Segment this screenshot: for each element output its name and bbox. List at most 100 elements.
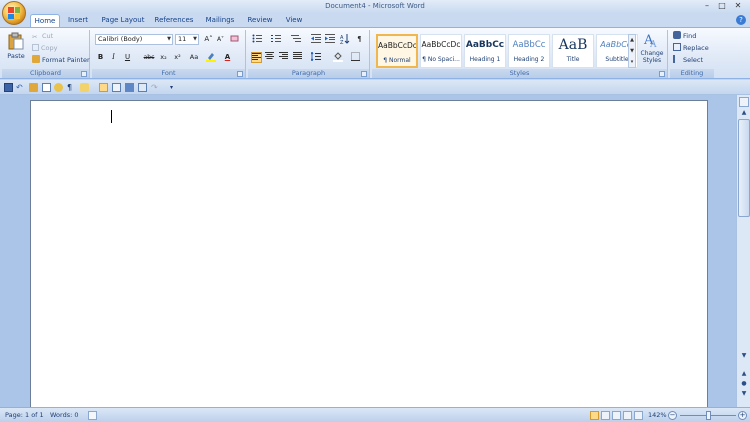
zoom-in-button[interactable]: + [738, 411, 747, 420]
copy-button[interactable]: Copy [32, 43, 58, 54]
tab-references[interactable]: References [152, 14, 196, 27]
select-button[interactable]: Select [673, 55, 703, 66]
outline-view-icon[interactable] [623, 411, 632, 420]
browse-object-icon[interactable]: ● [739, 379, 749, 388]
print-layout-view-icon[interactable] [590, 411, 599, 420]
web-layout-view-icon[interactable] [612, 411, 621, 420]
page-setup-icon[interactable] [42, 83, 51, 92]
table-icon[interactable] [138, 83, 147, 92]
draft-view-icon[interactable] [634, 411, 643, 420]
clipboard-dialog-launcher[interactable] [81, 71, 87, 77]
close-button[interactable]: ✕ [731, 1, 745, 11]
save-icon[interactable] [4, 83, 13, 92]
full-screen-view-icon[interactable] [601, 411, 610, 420]
show-marks-button[interactable]: ¶ [354, 34, 365, 45]
tab-page-layout[interactable]: Page Layout [98, 14, 148, 27]
paragraph-dialog-launcher[interactable] [361, 71, 367, 77]
editing-group-label: Editing [670, 69, 714, 78]
redo-icon[interactable]: ↷ [151, 83, 160, 92]
format-painter-button[interactable]: Format Painter [32, 55, 90, 66]
multilevel-list-button[interactable] [290, 34, 301, 45]
page-count[interactable]: Page: 1 of 1 [5, 411, 44, 420]
paragraph-group-label: Paragraph [248, 69, 369, 78]
find-button[interactable]: Find [673, 31, 696, 42]
style-no-spacing[interactable]: AaBbCcDc ¶ No Spaci... [420, 34, 462, 68]
underline-button[interactable]: U [122, 52, 133, 63]
align-left-button[interactable] [251, 52, 262, 63]
spelling-icon[interactable] [54, 83, 63, 92]
image-icon[interactable] [125, 83, 134, 92]
zoom-slider-thumb[interactable] [706, 411, 711, 420]
font-size-box[interactable]: 11 ▼ [175, 34, 199, 45]
style-heading-1[interactable]: AaBbCc Heading 1 [464, 34, 506, 68]
tab-insert[interactable]: Insert [63, 14, 93, 27]
justify-button[interactable] [292, 52, 303, 63]
bullet-list-icon [252, 34, 262, 43]
document-page[interactable] [30, 100, 708, 412]
italic-button[interactable]: I [108, 52, 119, 63]
justify-icon [293, 52, 302, 59]
shading-button[interactable] [332, 52, 343, 63]
pilcrow-icon[interactable]: ¶ [67, 83, 76, 92]
font-name-box[interactable]: Calibri (Body) ▼ [95, 34, 173, 45]
scroll-thumb[interactable] [738, 119, 750, 217]
vertical-scrollbar[interactable]: ▲ ▼ ▲ ● ▼ [736, 95, 750, 407]
tab-review[interactable]: Review [243, 14, 277, 27]
more-icon: ▾ [630, 59, 634, 65]
replace-button[interactable]: Replace [673, 43, 709, 54]
view-ruler-icon[interactable] [739, 97, 749, 107]
align-right-button[interactable] [278, 52, 289, 63]
font-dialog-launcher[interactable] [237, 71, 243, 77]
clear-formatting-button[interactable] [229, 34, 240, 45]
change-case-button[interactable]: Aa [187, 52, 201, 63]
decrease-indent-button[interactable] [310, 34, 321, 45]
word-count[interactable]: Words: 0 [50, 411, 79, 420]
sort-button[interactable]: AZ [339, 34, 350, 46]
styles-dialog-launcher[interactable] [659, 71, 665, 77]
line-spacing-button[interactable] [310, 50, 321, 63]
proofing-icon[interactable] [88, 411, 97, 420]
style-normal[interactable]: AaBbCcDc ¶ Normal [376, 34, 418, 68]
insert-field-icon[interactable] [112, 83, 121, 92]
chevron-up-icon: ▲ [630, 37, 634, 43]
align-center-button[interactable] [264, 52, 275, 63]
office-button[interactable] [2, 1, 26, 25]
format-icon[interactable] [29, 83, 38, 92]
style-sample: AaBbCcDc [421, 40, 461, 49]
grow-font-button[interactable]: A˄ [203, 34, 214, 45]
highlight-color-button[interactable] [205, 52, 216, 63]
next-page-icon[interactable]: ▼ [739, 389, 749, 398]
font-color-button[interactable]: A [222, 52, 233, 63]
undo-icon[interactable]: ↶ [16, 83, 25, 92]
increase-indent-button[interactable] [324, 34, 335, 45]
zoom-level[interactable]: 142% [648, 411, 667, 420]
tab-home[interactable]: Home [30, 14, 60, 27]
numbering-button[interactable] [270, 34, 281, 45]
styles-group-label: Styles [372, 69, 667, 78]
minimize-button[interactable]: – [700, 1, 714, 11]
maximize-button[interactable]: □ [715, 1, 729, 11]
customize-toolbar-icon[interactable]: ▾ [170, 83, 179, 92]
open-icon[interactable] [80, 83, 89, 92]
zoom-out-button[interactable]: − [668, 411, 677, 420]
change-styles-button[interactable]: AA Change Styles [638, 32, 666, 68]
text-box-icon[interactable] [99, 83, 108, 92]
borders-button[interactable] [350, 52, 361, 63]
bold-button[interactable]: B [95, 52, 106, 63]
tab-view[interactable]: View [281, 14, 307, 27]
help-icon[interactable]: ? [736, 15, 746, 25]
style-heading-2[interactable]: AaBbCc Heading 2 [508, 34, 550, 68]
styles-gallery-scroll[interactable]: ▲ ▼ ▾ [628, 34, 636, 68]
superscript-button[interactable]: x² [172, 52, 183, 63]
cut-button[interactable]: ✂ Cut [32, 31, 53, 42]
previous-page-icon[interactable]: ▲ [739, 369, 749, 378]
shrink-font-button[interactable]: A˅ [215, 34, 226, 45]
paste-button[interactable]: Paste [5, 32, 27, 68]
strikethrough-button[interactable]: abc [142, 52, 156, 63]
style-title[interactable]: AaB Title [552, 34, 594, 68]
scroll-down-arrow[interactable]: ▼ [738, 351, 750, 361]
scroll-up-arrow[interactable]: ▲ [738, 108, 750, 118]
tab-mailings[interactable]: Mailings [201, 14, 239, 27]
subscript-button[interactable]: x₂ [158, 52, 169, 63]
bullets-button[interactable] [251, 34, 262, 45]
